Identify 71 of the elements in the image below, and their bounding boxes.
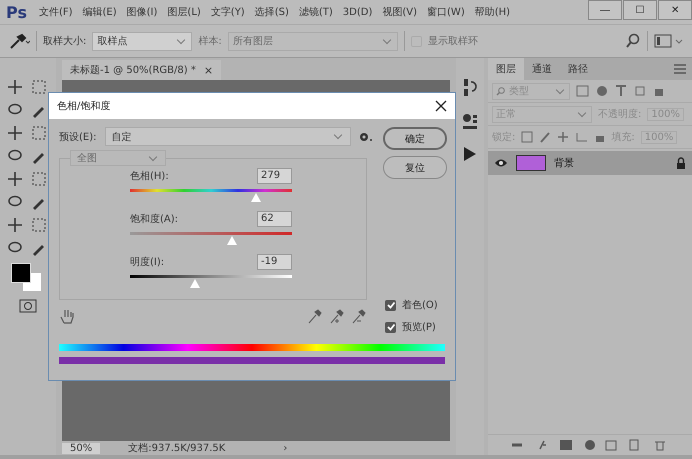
panel-tab[interactable]: 路径 [560,58,596,80]
panel-tab[interactable]: 通道 [524,58,560,80]
layer-row[interactable]: 背景 [488,151,692,175]
value-field[interactable]: 279 [257,168,292,184]
document-tab[interactable]: 未标题-1 @ 50%(RGB/8) * × [62,60,222,80]
close-icon[interactable] [435,100,447,112]
window-control-button[interactable]: — [588,0,622,20]
panel-tab[interactable]: 图层 [488,58,524,80]
layer-name: 背景 [554,156,574,170]
preset-dropdown[interactable]: 自定 [104,127,351,146]
menu-item[interactable]: 滤镜(T) [298,5,333,19]
menu-item[interactable]: 文件(F) [38,5,73,19]
status-arrow[interactable]: › [283,442,288,454]
menu-item[interactable]: 图像(I) [126,5,158,19]
tool-icon[interactable] [6,216,24,234]
hand-icon[interactable] [59,308,75,324]
search-icon[interactable] [625,33,641,49]
lock-icons[interactable] [521,131,606,143]
menu-item[interactable]: 视图(V) [382,5,418,19]
history-icon[interactable] [462,76,478,98]
menu-item[interactable]: 文字(Y) [210,5,245,19]
workspace-icon[interactable] [654,33,684,49]
slider[interactable] [130,275,292,288]
quick-mask-icon[interactable] [19,299,37,313]
menu-item[interactable]: 图层(L) [167,5,201,19]
tool-icon[interactable] [30,124,48,142]
play-icon[interactable] [463,146,477,162]
menu-item[interactable]: 3D(D) [342,6,372,18]
slider-label: 色相(H): [130,170,169,183]
sample-label: 样本: [198,34,222,48]
slider-thumb[interactable] [251,193,262,202]
slider-thumb[interactable] [227,236,238,245]
window-control-button[interactable]: ✕ [658,0,692,20]
value-field[interactable]: -19 [257,254,292,270]
tool-icon[interactable] [30,216,48,234]
menu-item[interactable]: 选择(S) [254,5,289,19]
slider-thumb[interactable] [190,279,200,288]
sampling-ring-label: 显示取样环 [428,34,478,48]
menu-item[interactable]: 编辑(E) [82,5,117,19]
tool-icon[interactable] [6,124,24,142]
menu-icon[interactable] [674,64,686,74]
sample-size-label: 取样大小: [43,34,86,48]
window-control-button[interactable]: ☐ [623,0,657,20]
checkbox[interactable] [385,300,396,310]
gear-icon[interactable] [359,130,373,142]
slider-label: 明度(I): [130,256,164,269]
document-info: 文档:937.5K/937.5K [128,442,226,455]
dialog-title: 色相/饱和度 [57,100,110,113]
tool-icon[interactable] [6,170,24,188]
checkbox[interactable] [385,322,396,332]
tool-icon[interactable] [6,78,24,96]
zoom-field[interactable]: 50% [62,442,100,454]
search-icon [496,86,505,96]
tool-icon[interactable] [30,78,48,96]
checkbox-label: 预览(P) [402,321,436,334]
menu-item[interactable]: 窗口(W) [427,5,465,19]
tool-icon[interactable] [30,170,48,188]
app-logo: Ps [6,2,27,22]
slider-label: 饱和度(A): [130,212,178,226]
menu-item[interactable]: 帮助(H) [474,5,510,19]
preset-label: 预设(E): [59,130,96,144]
dialog-button[interactable]: 确定 [383,127,447,150]
slider[interactable] [130,189,292,202]
slider[interactable] [130,232,292,245]
eye-icon[interactable] [494,158,508,168]
filter-icons[interactable] [576,85,666,97]
value-field[interactable]: 62 [257,211,292,227]
checkbox-label: 着色(O) [402,298,438,312]
sample-size-dropdown[interactable]: 取样点 [92,32,192,50]
dialog-button[interactable]: 复位 [383,156,447,179]
properties-icon[interactable] [462,112,478,132]
